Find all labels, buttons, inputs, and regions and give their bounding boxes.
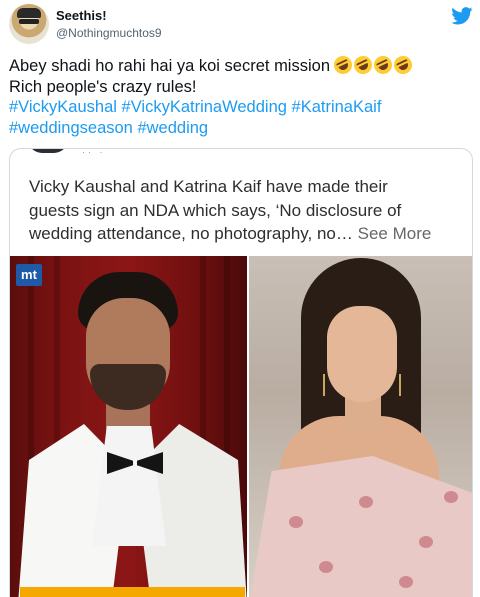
beard xyxy=(90,364,166,410)
photo-vicky-kaushal[interactable]: mt xyxy=(10,256,247,597)
tweet-line-1: Abey shadi ho rahi hai ya koi secret mis… xyxy=(9,53,471,77)
laughing-emoji-icon xyxy=(391,53,415,77)
twitter-bird-icon[interactable] xyxy=(451,7,473,25)
hashtag-line-1: #VickyKaushal #VickyKatrinaWedding #Katr… xyxy=(9,97,471,118)
hashtag-link[interactable]: #VickyKaushal xyxy=(9,98,117,116)
avatar-sunglasses xyxy=(19,19,39,24)
laughing-emoji-icon xyxy=(331,53,355,77)
yellow-accent-bar xyxy=(20,587,245,597)
author-avatar[interactable] xyxy=(9,4,49,44)
hashtag-link[interactable]: #wedding xyxy=(137,119,208,137)
bowtie xyxy=(107,452,163,474)
see-more-link[interactable]: See More xyxy=(358,224,432,243)
embedded-avatar xyxy=(28,149,68,153)
embedded-text-line: wedding attendance, no photography, no… … xyxy=(29,222,469,246)
earring xyxy=(323,374,325,396)
floral-print xyxy=(289,516,303,528)
hashtag-link[interactable]: #VickyKatrinaWedding xyxy=(122,98,287,116)
tweet-text-main: Abey shadi ho rahi hai ya koi secret mis… xyxy=(9,57,330,75)
hashtag-link[interactable]: #KatrinaKaif xyxy=(292,98,382,116)
author-display-name[interactable]: Seethis! xyxy=(56,8,107,23)
laughing-emoji-icon xyxy=(371,53,395,77)
floral-saree xyxy=(249,456,472,597)
photo-katrina-kaif[interactable] xyxy=(249,256,472,597)
mt-watermark-logo: mt xyxy=(16,264,42,286)
tweet-body: Abey shadi ho rahi hai ya koi secret mis… xyxy=(9,53,471,139)
hashtag-line-2: #weddingseason #wedding xyxy=(9,118,471,139)
embedded-text-truncated: wedding attendance, no photography, no… xyxy=(29,224,353,243)
avatar-cap xyxy=(17,8,41,18)
embedded-header-partial: ·· · xyxy=(82,148,106,157)
floral-print xyxy=(399,576,413,588)
emoji-group xyxy=(331,53,415,77)
embedded-text-line: guests sign an NDA which says, ‘No discl… xyxy=(29,200,402,220)
face xyxy=(327,306,397,402)
author-handle[interactable]: @Nothingmuchtos9 xyxy=(56,26,162,40)
floral-print xyxy=(419,536,433,548)
embedded-post-text: Vicky Kaushal and Katrina Kaif have made… xyxy=(29,175,469,246)
embedded-post-card[interactable]: ·· · Vicky Kaushal and Katrina Kaif have… xyxy=(9,148,473,597)
embedded-text-line: Vicky Kaushal and Katrina Kaif have made… xyxy=(29,177,388,196)
hashtag-link[interactable]: #weddingseason xyxy=(9,119,133,137)
earring xyxy=(399,374,401,396)
floral-print xyxy=(319,561,333,573)
floral-print xyxy=(359,496,373,508)
floral-print xyxy=(444,491,458,503)
tweet-text-line-2: Rich people's crazy rules! xyxy=(9,77,197,96)
tweet-card: Seethis! @Nothingmuchtos9 Abey shadi ho … xyxy=(0,0,480,597)
laughing-emoji-icon xyxy=(351,53,375,77)
